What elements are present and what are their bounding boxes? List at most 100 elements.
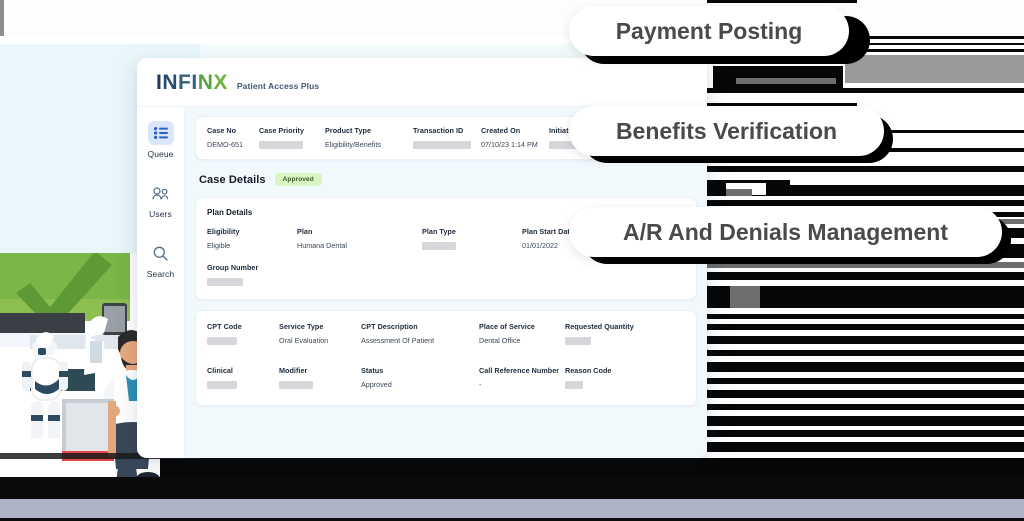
- field-label: CPT Description: [361, 322, 418, 332]
- field-label: Created On: [481, 126, 521, 135]
- field-call-reference-number: Call Reference Number -: [479, 366, 565, 389]
- field-label: Call Reference Number: [479, 366, 560, 376]
- dark-base: [0, 313, 85, 333]
- field-value: Approved: [361, 380, 392, 390]
- field-value: Dental Office: [479, 336, 521, 346]
- field-case-no: Case No DEMO-651: [207, 126, 259, 149]
- redacted-value: [422, 242, 456, 251]
- artifact-bar: [707, 390, 1024, 398]
- sidebar-item-users[interactable]: Users: [137, 181, 184, 219]
- sidebar-item-label: Users: [149, 209, 172, 219]
- artifact-block: [160, 458, 1024, 478]
- field-value: [207, 380, 279, 390]
- field-value: Oral Evaluation: [279, 336, 329, 346]
- field-label: Plan: [297, 227, 313, 237]
- robot: [22, 332, 68, 452]
- screenshot-stage: INFINX Patient Access Plus Queue Users S…: [0, 0, 1024, 521]
- artifact-block: [845, 55, 1024, 83]
- field-cpt-code: CPT Code: [207, 322, 279, 346]
- field-label: Status: [361, 366, 384, 376]
- artifact-bar: [707, 314, 1024, 319]
- artifact-block: [736, 78, 836, 84]
- field-eligibility: Eligibility Eligible: [207, 227, 297, 250]
- artifact-bar: [707, 336, 1024, 344]
- artifact-bar: [707, 430, 1024, 437]
- field-plan: Plan Humana Dental: [297, 227, 422, 250]
- field-value: [259, 140, 325, 150]
- field-label: Service Type: [279, 322, 324, 332]
- artifact-bar: [707, 0, 857, 3]
- redacted-value: [413, 141, 471, 150]
- field-value: [279, 380, 361, 390]
- field-value: [413, 140, 481, 150]
- callout-benefits-verification[interactable]: Benefits Verification: [569, 106, 884, 156]
- case-details-header: Case Details Approved: [199, 173, 697, 187]
- field-created-on: Created On 07/10/23 1:14 PM: [481, 126, 549, 149]
- artifact-bar: [707, 442, 1024, 452]
- field-label: Place of Service: [479, 322, 535, 332]
- redacted-value: [279, 381, 313, 390]
- redacted-value: [565, 337, 591, 346]
- field-place-of-service: Place of Service Dental Office: [479, 322, 565, 345]
- field-value: [565, 380, 611, 390]
- field-label: Product Type: [325, 126, 371, 135]
- artifact-block: [726, 189, 752, 196]
- field-clinical: Clinical: [207, 366, 279, 390]
- artifact-bar: [707, 378, 1024, 384]
- artifact-bar: [707, 350, 1024, 356]
- field-value: [422, 241, 522, 251]
- field-label: Case No: [207, 126, 237, 135]
- redacted-value: [207, 381, 237, 390]
- artifact-bar: [707, 324, 1024, 330]
- field-value: [565, 336, 634, 346]
- page-title: Case Details: [199, 173, 266, 186]
- field-plan-type: Plan Type: [422, 227, 522, 251]
- plan-details-row-2: Group Number: [207, 263, 685, 287]
- field-value: Eligibility/Benefits: [325, 140, 381, 149]
- list-icon: [147, 121, 174, 145]
- field-label: CPT Code: [207, 322, 242, 332]
- callout-payment-posting[interactable]: Payment Posting: [569, 6, 849, 56]
- field-label: Clinical: [207, 366, 233, 376]
- field-reason-code: Reason Code: [565, 366, 611, 390]
- field-label: Modifier: [279, 366, 308, 376]
- redacted-value: [259, 141, 303, 150]
- search-icon: [148, 241, 174, 265]
- artifact-bar: [707, 362, 1024, 372]
- field-value: Assessment Of Patient: [361, 336, 435, 346]
- field-label: Requested Quantity: [565, 322, 634, 332]
- field-group-number: Group Number: [207, 263, 297, 287]
- cpt-row-1: CPT Code Service Type Oral Evaluation CP…: [207, 322, 685, 346]
- field-value: DEMO-651: [207, 140, 243, 149]
- sidebar-item-search[interactable]: Search: [137, 241, 184, 279]
- logo-tagline: Patient Access Plus: [236, 80, 320, 91]
- callout-ar-denials-management[interactable]: A/R And Denials Management: [569, 207, 1002, 257]
- artifact-bar: [707, 272, 1024, 280]
- users-icon: [148, 181, 174, 205]
- field-label: Case Priority: [259, 126, 304, 135]
- field-value: Eligible: [207, 241, 231, 251]
- field-label: Transaction ID: [413, 126, 464, 135]
- field-value: [207, 277, 297, 287]
- artifact-bar: [707, 416, 1024, 426]
- field-plan-start-date: Plan Start Date 01/01/2022: [522, 227, 574, 250]
- field-product-type: Product Type Eligibility/Benefits: [325, 126, 413, 149]
- artifact-bar: [878, 130, 1024, 133]
- cpt-details-panel: CPT Code Service Type Oral Evaluation CP…: [195, 310, 697, 407]
- sidebar-item-label: Search: [146, 269, 175, 279]
- redacted-value: [207, 337, 237, 346]
- field-value: Humana Dental: [297, 241, 347, 251]
- sidebar-item-queue[interactable]: Queue: [137, 121, 184, 159]
- bottom-black-band: [0, 477, 1024, 499]
- artifact-block: [730, 286, 760, 308]
- brand-logo[interactable]: INFINX Patient Access Plus: [156, 72, 319, 93]
- field-value: -: [479, 380, 482, 390]
- cpt-row-2: Clinical Modifier Status Approved Call R…: [207, 366, 685, 390]
- field-modifier: Modifier: [279, 366, 361, 390]
- field-status: Status Approved: [361, 366, 479, 389]
- sidebar: Queue Users Search: [137, 107, 185, 458]
- field-label: Group Number: [207, 263, 259, 273]
- artifact-block: [790, 180, 1024, 185]
- redacted-value: [207, 278, 243, 287]
- field-transaction-id: Transaction ID: [413, 126, 481, 150]
